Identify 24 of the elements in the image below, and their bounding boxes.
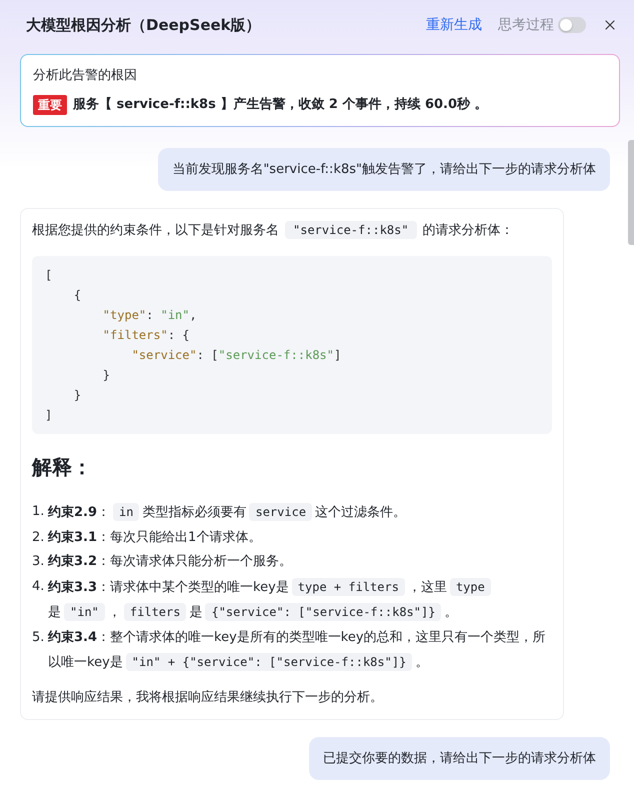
code-block: [ { "type": "in", "filters": { "service": ["service-f::k8s"] } } ] xyxy=(32,256,552,434)
dialog-title: 大模型根因分析（DeepSeek版） xyxy=(26,16,262,34)
list-item-text: 约束3.1：每次只能给出1个请求体。 xyxy=(48,528,262,546)
alert-message: 服务【 service-f::k8s 】产生告警，收敛 2 个事件，持续 60.0秒 。 xyxy=(73,96,488,114)
user-message: 当前发现服务名"service-f::k8s"触发告警了，请给出下一步的请求分析体 xyxy=(158,148,610,191)
intro-text: 根据您提供的约束条件，以下是针对服务名 "service-f::k8s" 的请求分析体： xyxy=(32,220,515,241)
user-message: 已提交你要的数据，请给出下一步的请求分析体 xyxy=(309,736,610,780)
list-number: 3. xyxy=(32,553,46,571)
list-item-text: 约束3.4：整个请求体的唯一key是所有的类型唯一key的总和，这里只有一个类型，所以唯一key是 "in" + {"service": ["service-f::k8s"]} 。 xyxy=(48,628,547,673)
regenerate-button[interactable]: 重新生成 xyxy=(426,16,482,34)
list-item-text: 约束3.2：每次请求体只能分析一个服务。 xyxy=(48,553,294,571)
list-item-text: 约束3.3：请求体中某个类型的唯一key是 type + filters ，这里 type 是 "in" ， filters 是 {"service": ["service-f::k8s"]} 。 xyxy=(48,574,552,626)
list-item-text: 约束2.9： in 类型指标必须要有 service 这个过滤条件。 xyxy=(48,502,408,523)
list-number: 2. xyxy=(32,528,46,546)
section-heading: 解释： xyxy=(32,454,93,480)
list-number: 5. xyxy=(32,628,46,646)
list-number: 4. xyxy=(32,578,46,596)
scrollbar-thumb[interactable] xyxy=(628,140,634,245)
severity-tag: 重要 xyxy=(33,95,67,115)
alert-prompt: 分析此告警的根因 xyxy=(33,67,138,85)
list-number: 1. xyxy=(32,503,46,521)
toggle-label: 思考过程 xyxy=(498,16,554,34)
thinking-toggle[interactable] xyxy=(558,17,586,33)
closing-text: 请提供响应结果，我将根据响应结果继续执行下一步的分析。 xyxy=(32,688,384,706)
